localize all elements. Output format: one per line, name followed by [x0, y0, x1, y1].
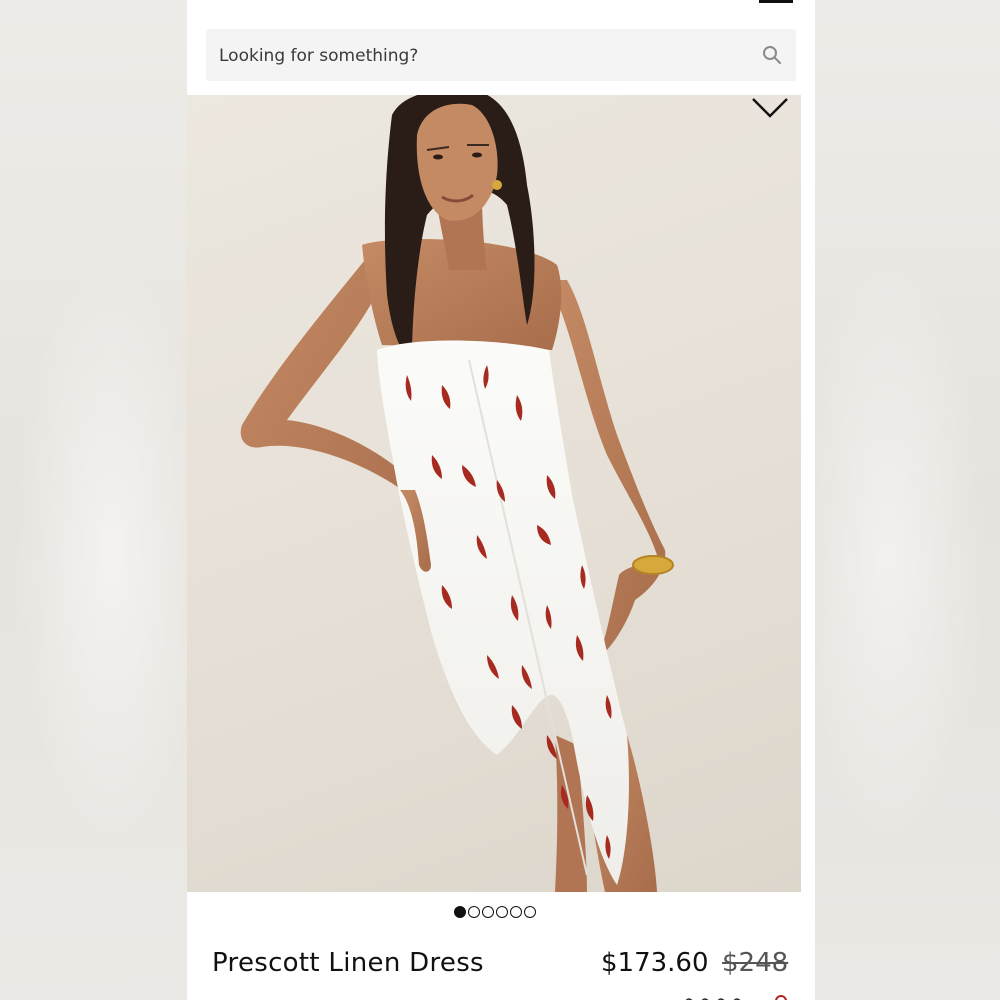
mobile-screen: Prescott Linen Dress $173.60 $248 — [187, 0, 815, 1000]
search-input[interactable] — [206, 29, 761, 83]
carousel-dot[interactable] — [510, 906, 522, 918]
product-photo-illustration — [240, 95, 674, 892]
partial-text-row — [685, 995, 787, 1000]
menu-icon[interactable] — [759, 0, 793, 3]
heart-icon[interactable] — [751, 95, 789, 119]
carousel-dot[interactable] — [482, 906, 494, 918]
product-name: Prescott Linen Dress — [212, 948, 484, 978]
original-price: $248 — [722, 948, 789, 978]
carousel-dot[interactable] — [454, 906, 466, 918]
background-left — [0, 0, 187, 1000]
search-icon[interactable] — [762, 45, 782, 65]
carousel-indicator — [454, 905, 536, 919]
search-bar[interactable] — [206, 29, 796, 83]
sale-price: $173.60 — [601, 948, 709, 978]
background-right — [815, 0, 1000, 1000]
carousel-dot[interactable] — [524, 906, 536, 918]
carousel-dot[interactable] — [468, 906, 480, 918]
product-image[interactable] — [187, 95, 815, 892]
image-edge — [801, 95, 815, 892]
carousel-dot[interactable] — [496, 906, 508, 918]
